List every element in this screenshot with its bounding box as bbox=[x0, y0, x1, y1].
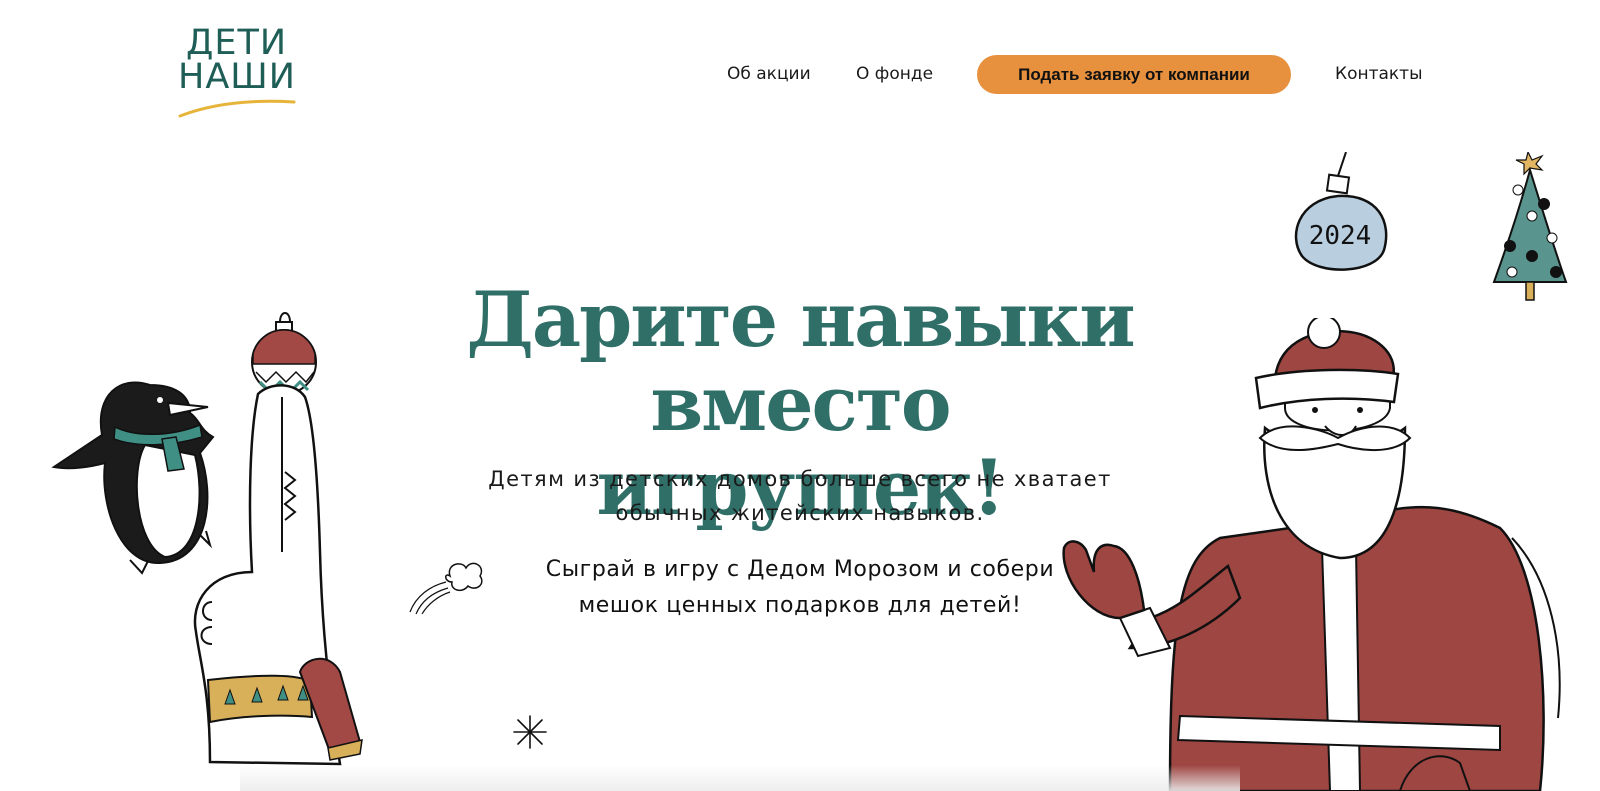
logo[interactable]: ДЕТИ НАШИ bbox=[176, 26, 300, 120]
apply-company-button[interactable]: Подать заявку от компании bbox=[977, 55, 1291, 94]
hero-title-line-1: Дарите навыки bbox=[466, 275, 1135, 364]
nav-about[interactable]: Об акции bbox=[727, 63, 811, 85]
nav-fund[interactable]: О фонде bbox=[856, 63, 933, 85]
ornament-year: 2024 bbox=[1309, 221, 1372, 251]
hero-call-line-1: Сыграй в игру с Дедом Морозом и собери bbox=[545, 557, 1055, 582]
logo-line-1: ДЕТИ bbox=[186, 23, 288, 63]
christmas-tree-icon bbox=[1492, 152, 1568, 301]
snowball-icon bbox=[409, 562, 483, 615]
hero-call-line-2: мешок ценных подарков для детей! bbox=[578, 593, 1022, 618]
ornament-2024-icon: 2024 bbox=[1294, 152, 1388, 271]
hero-subtitle-line-2: обычных житейских навыков. bbox=[615, 501, 985, 525]
logo-line-2: НАШИ bbox=[178, 57, 296, 97]
hero-subtitle-line-1: Детям из детских домов больше всего не х… bbox=[488, 467, 1112, 491]
hero-call-to-play: Сыграй в игру с Дедом Морозом и собери м… bbox=[500, 552, 1100, 624]
hero-subtitle: Детям из детских домов больше всего не х… bbox=[470, 462, 1130, 530]
santa-claus-illustration bbox=[1062, 318, 1561, 791]
logo-swoosh-icon bbox=[178, 99, 296, 118]
hand-with-ornament-illustration bbox=[193, 312, 363, 766]
nav-contacts[interactable]: Контакты bbox=[1335, 63, 1423, 85]
snowflake-icon bbox=[513, 715, 547, 749]
bottom-fade bbox=[240, 765, 1240, 791]
